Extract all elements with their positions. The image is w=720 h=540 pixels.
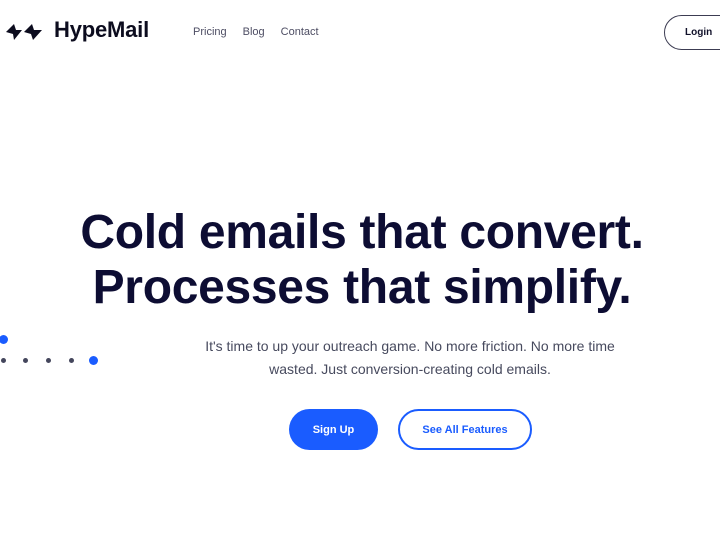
accent-dot [0,335,8,344]
logo[interactable] [5,18,43,46]
accent-dot [89,356,98,365]
hero-title: Cold emails that convert. Processes that… [0,205,720,315]
hero-title-line-2: Processes that simplify. [92,261,632,314]
top-navigation: HypeMail Pricing Blog Contact Login [0,0,720,66]
pattern-dot [23,358,28,363]
double-lightning-icon [6,24,42,40]
nav-link-pricing[interactable]: Pricing [193,26,227,38]
nav-link-contact[interactable]: Contact [281,26,319,38]
nav-link-blog[interactable]: Blog [243,26,265,38]
pattern-dot [69,358,74,363]
brand-name[interactable]: HypeMail [54,17,149,43]
hero-title-line-1: Cold emails that convert. [80,206,644,259]
sign-up-button[interactable]: Sign Up [289,409,378,450]
login-button[interactable]: Login [664,15,720,50]
hero-subtitle: It's time to up your outreach game. No m… [205,338,615,377]
pattern-dot [46,358,51,363]
see-all-features-button[interactable]: See All Features [398,409,532,450]
pattern-dot [1,358,6,363]
nav-links: Pricing Blog Contact [193,26,319,38]
